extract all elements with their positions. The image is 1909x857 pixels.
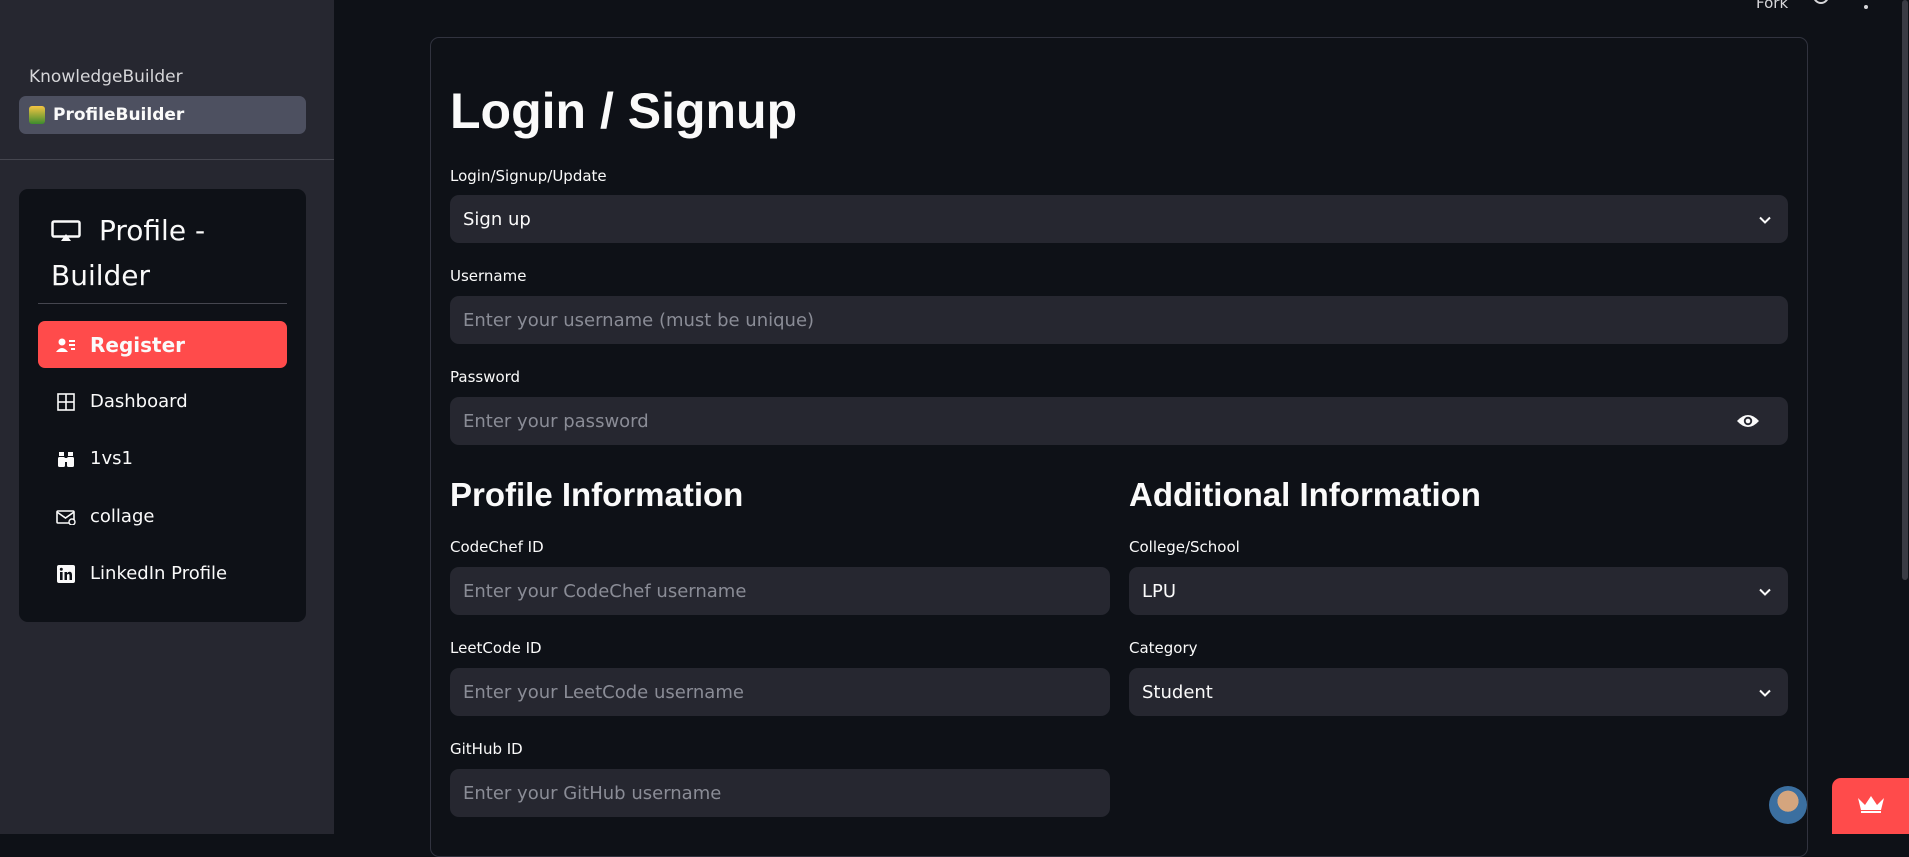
menu-item-1vs1[interactable]: 1vs1 <box>38 435 287 482</box>
category-label: Category <box>1129 639 1198 657</box>
option-menu: Profile - Builder Register Dashboard 1vs… <box>19 189 306 622</box>
page-nav: KnowledgeBuilder ProfileBuilder <box>19 58 306 134</box>
mode-value: Sign up <box>463 208 531 230</box>
crown-icon <box>1856 794 1886 818</box>
chevron-down-icon <box>1758 684 1772 705</box>
github-placeholder: Enter your GitHub username <box>463 782 722 804</box>
leetcode-input[interactable]: Enter your LeetCode username <box>450 668 1110 716</box>
category-value: Student <box>1142 681 1213 703</box>
password-input[interactable]: Enter your password <box>450 397 1788 445</box>
username-label: Username <box>450 267 527 285</box>
avatar[interactable] <box>1769 786 1807 824</box>
leetcode-label: LeetCode ID <box>450 639 542 657</box>
mode-select[interactable]: Sign up <box>450 195 1788 243</box>
form-container <box>430 37 1808 857</box>
kebab-menu-icon[interactable] <box>1863 0 1869 9</box>
github-label: GitHub ID <box>450 740 523 758</box>
github-input[interactable]: Enter your GitHub username <box>450 769 1110 817</box>
college-label: College/School <box>1129 538 1240 556</box>
college-select[interactable]: LPU <box>1129 567 1788 615</box>
linkedin-icon <box>56 564 76 584</box>
nav-page-profilebuilder[interactable]: ProfileBuilder <box>19 96 306 134</box>
password-label: Password <box>450 368 521 386</box>
scrollbar[interactable] <box>1901 0 1909 834</box>
grid-icon <box>56 392 76 412</box>
page-title: Login / Signup <box>450 83 798 139</box>
menu-divider <box>38 303 287 304</box>
menu-item-label: Dashboard <box>90 391 188 412</box>
username-input[interactable]: Enter your username (must be unique) <box>450 296 1788 344</box>
nav-page-label: ProfileBuilder <box>53 105 185 125</box>
nav-page-label: KnowledgeBuilder <box>29 67 183 87</box>
mode-label: Login/Signup/Update <box>450 167 607 185</box>
password-placeholder: Enter your password <box>463 410 649 432</box>
chevron-down-icon <box>1758 583 1772 604</box>
menu-item-dashboard[interactable]: Dashboard <box>38 378 287 425</box>
menu-item-label: 1vs1 <box>90 448 133 469</box>
username-placeholder: Enter your username (must be unique) <box>463 309 815 331</box>
envelope-icon <box>56 507 76 527</box>
menu-item-label: Register <box>90 332 186 357</box>
monitor-icon <box>51 211 81 254</box>
college-value: LPU <box>1142 580 1177 602</box>
fork-label: Fork <box>1756 0 1789 12</box>
category-select[interactable]: Student <box>1129 668 1788 716</box>
chevron-down-icon <box>1758 211 1772 232</box>
sidebar-divider <box>0 159 334 160</box>
github-icon[interactable] <box>1812 0 1830 6</box>
menu-item-label: LinkedIn Profile <box>90 563 228 584</box>
eye-icon[interactable] <box>1736 412 1760 435</box>
binoculars-icon <box>56 449 76 469</box>
person-lines-icon <box>56 335 76 355</box>
menu-item-register[interactable]: Register <box>38 321 287 368</box>
nav-page-knowledgebuilder[interactable]: KnowledgeBuilder <box>19 58 306 96</box>
sidebar: KnowledgeBuilder ProfileBuilder Profile … <box>0 0 334 834</box>
profile-section-title: Profile Information <box>450 476 744 513</box>
menu-title: Profile - Builder <box>51 209 281 297</box>
menu-item-label: collage <box>90 506 155 527</box>
menu-item-collage[interactable]: collage <box>38 493 287 540</box>
leetcode-placeholder: Enter your LeetCode username <box>463 681 744 703</box>
additional-section-title: Additional Information <box>1129 476 1481 513</box>
codechef-input[interactable]: Enter your CodeChef username <box>450 567 1110 615</box>
menu-item-linkedin[interactable]: LinkedIn Profile <box>38 550 287 597</box>
scrollbar-thumb[interactable] <box>1902 0 1908 580</box>
manage-app-button[interactable] <box>1832 778 1909 834</box>
fork-button[interactable]: Fork <box>1756 0 1788 12</box>
codechef-label: CodeChef ID <box>450 538 544 556</box>
codechef-placeholder: Enter your CodeChef username <box>463 580 747 602</box>
trophy-emoji-icon <box>29 106 45 124</box>
